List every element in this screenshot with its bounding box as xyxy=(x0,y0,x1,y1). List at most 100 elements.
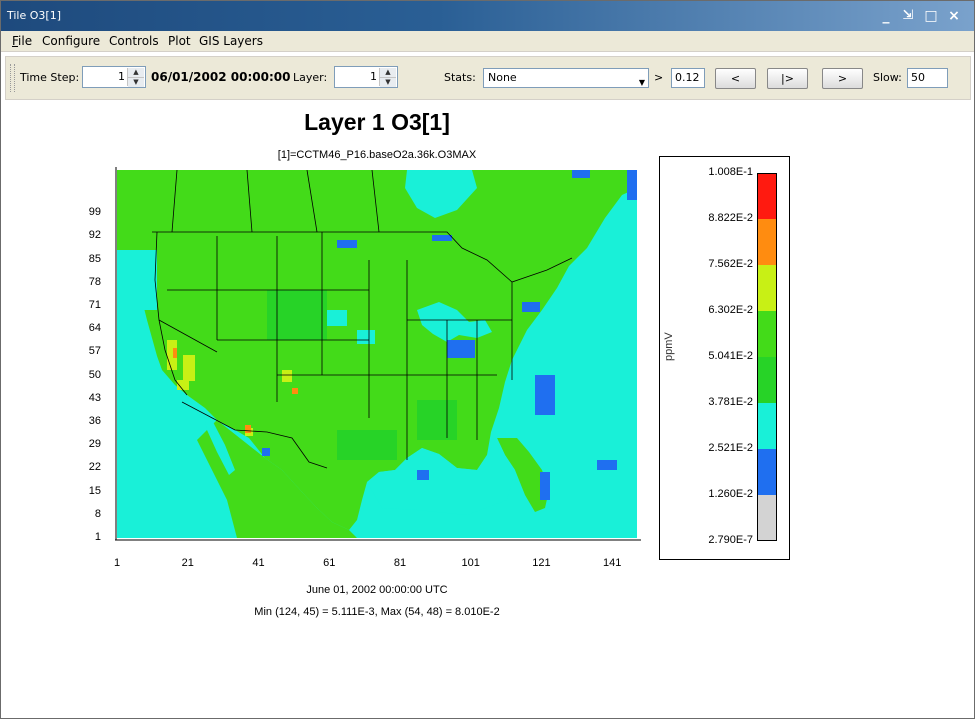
legend-swatch xyxy=(757,403,777,449)
concentration-cell xyxy=(117,250,157,310)
menu-file[interactable]: File xyxy=(12,34,32,48)
time-step-value: 1 xyxy=(118,70,125,83)
threshold-input[interactable]: 0.12 xyxy=(671,68,705,88)
x-axis-line xyxy=(115,539,641,541)
threshold-gt-label: > xyxy=(654,71,664,84)
y-tick-label: 29 xyxy=(88,438,101,451)
x-tick-label: 81 xyxy=(393,557,407,569)
legend-break-label: 5.041E-2 xyxy=(708,350,753,362)
concentration-cell xyxy=(337,430,397,460)
concentration-cell xyxy=(292,388,298,394)
plot-subtitle: [1]=CCTM46_P16.baseO2a.36k.O3MAX xyxy=(277,149,477,161)
legend-break-label: 3.781E-2 xyxy=(708,396,753,408)
concentration-cell xyxy=(540,472,550,500)
y-tick-label: 57 xyxy=(88,345,101,358)
layer-spinner[interactable]: 1 ▲ ▼ xyxy=(334,66,398,88)
layer-label: Layer: xyxy=(293,71,328,84)
concentration-cell xyxy=(522,302,540,312)
layer-arrows: ▲ ▼ xyxy=(379,68,396,87)
minimize-button[interactable]: _ xyxy=(877,7,895,25)
legend-break-label: 2.521E-2 xyxy=(708,442,753,454)
maximize-button[interactable]: □ xyxy=(922,7,940,25)
menu-gis-layers[interactable]: GIS Layers xyxy=(199,34,263,48)
toolbar-grip[interactable] xyxy=(10,64,15,92)
menu-file-label: ile xyxy=(18,34,33,48)
play-button[interactable]: |> xyxy=(767,68,808,89)
time-step-spinner[interactable]: 1 ▲ ▼ xyxy=(82,66,146,88)
animation-toolbar: Time Step: 1 ▲ ▼ 06/01/2002 00:00:00 Lay… xyxy=(5,56,971,100)
y-tick-label: 1 xyxy=(94,531,101,543)
concentration-cell xyxy=(267,290,327,340)
chevron-down-icon[interactable]: ▼ xyxy=(380,77,396,87)
legend-break-label: 6.302E-2 xyxy=(708,304,753,316)
legend-swatch xyxy=(757,219,777,265)
concentration-cell xyxy=(337,240,357,248)
legend-swatch xyxy=(757,449,777,495)
chevron-down-icon[interactable]: ▼ xyxy=(128,77,144,87)
title-bar[interactable]: Tile O3[1] _ ⇲ □ × xyxy=(1,1,974,31)
legend-swatch xyxy=(757,311,777,357)
concentration-cell xyxy=(417,400,457,440)
stats-selected-value: None xyxy=(488,71,517,84)
ozone-heatmap[interactable] xyxy=(117,170,637,538)
chevron-up-icon[interactable]: ▲ xyxy=(128,68,144,77)
y-tick-label: 64 xyxy=(88,322,101,335)
legend-swatch xyxy=(757,265,777,311)
y-tick-label: 50 xyxy=(88,368,101,381)
layer-value: 1 xyxy=(370,70,377,83)
time-step-arrows: ▲ ▼ xyxy=(127,68,144,87)
y-tick-label: 22 xyxy=(88,461,101,474)
minmax-caption: Min (124, 45) = 5.111E-3, Max (54, 48) =… xyxy=(254,606,500,618)
menu-bar: File Configure Controls Plot GIS Layers xyxy=(1,31,974,52)
x-tick-label: 101 xyxy=(461,557,480,569)
menu-plot[interactable]: Plot xyxy=(168,34,191,48)
legend-colorbar xyxy=(757,173,777,541)
menu-configure[interactable]: Configure xyxy=(42,34,100,48)
x-tick-label: 21 xyxy=(181,557,194,569)
date-caption: June 01, 2002 00:00:00 UTC xyxy=(306,584,448,596)
x-tick-label: 61 xyxy=(323,557,336,569)
y-tick-label: 92 xyxy=(88,229,101,242)
menu-controls[interactable]: Controls xyxy=(109,34,159,48)
concentration-cell xyxy=(572,170,590,178)
stats-select[interactable]: None ▼ xyxy=(483,68,649,88)
legend-break-label: 2.790E-7 xyxy=(708,534,753,546)
stats-label: Stats: xyxy=(444,71,476,84)
concentration-cell xyxy=(183,355,195,381)
y-axis-line xyxy=(115,167,117,540)
concentration-cell xyxy=(282,370,292,382)
y-tick-label: 36 xyxy=(88,414,101,427)
concentration-cell xyxy=(535,375,555,415)
concentration-cell xyxy=(627,170,637,200)
time-step-label: Time Step: xyxy=(20,71,80,84)
detach-button[interactable]: ⇲ xyxy=(899,7,917,25)
slow-input[interactable]: 50 xyxy=(907,68,948,88)
plot-title: Layer 1 O3[1] xyxy=(304,109,450,135)
step-back-button[interactable]: < xyxy=(715,68,756,89)
y-tick-label: 85 xyxy=(88,252,101,265)
legend-swatch xyxy=(757,495,777,541)
y-tick-label: 15 xyxy=(88,484,101,497)
legend-break-label: 1.008E-1 xyxy=(708,166,753,178)
x-tick-label: 41 xyxy=(252,557,265,569)
legend-swatch xyxy=(757,357,777,403)
y-tick-label: 71 xyxy=(88,298,101,311)
chevron-up-icon[interactable]: ▲ xyxy=(380,68,396,77)
y-tick-label: 99 xyxy=(88,206,101,219)
legend-break-label: 1.260E-2 xyxy=(708,488,753,500)
app-window: Tile O3[1] _ ⇲ □ × File Configure Contro… xyxy=(0,0,975,719)
concentration-cell xyxy=(597,460,617,470)
legend-unit-label: ppmV xyxy=(663,332,675,361)
close-button[interactable]: × xyxy=(945,7,963,25)
window-title: Tile O3[1] xyxy=(7,9,61,22)
concentration-cell xyxy=(262,448,270,456)
concentration-cell xyxy=(357,330,375,344)
concentration-cell xyxy=(447,340,475,358)
x-tick-label: 141 xyxy=(603,557,622,569)
dropdown-arrow-icon: ▼ xyxy=(638,78,645,87)
y-tick-label: 78 xyxy=(88,275,101,288)
step-forward-button[interactable]: > xyxy=(822,68,863,89)
legend-swatch xyxy=(757,173,777,219)
current-datetime: 06/01/2002 00:00:00 xyxy=(151,70,291,84)
slow-label: Slow: xyxy=(873,71,902,84)
